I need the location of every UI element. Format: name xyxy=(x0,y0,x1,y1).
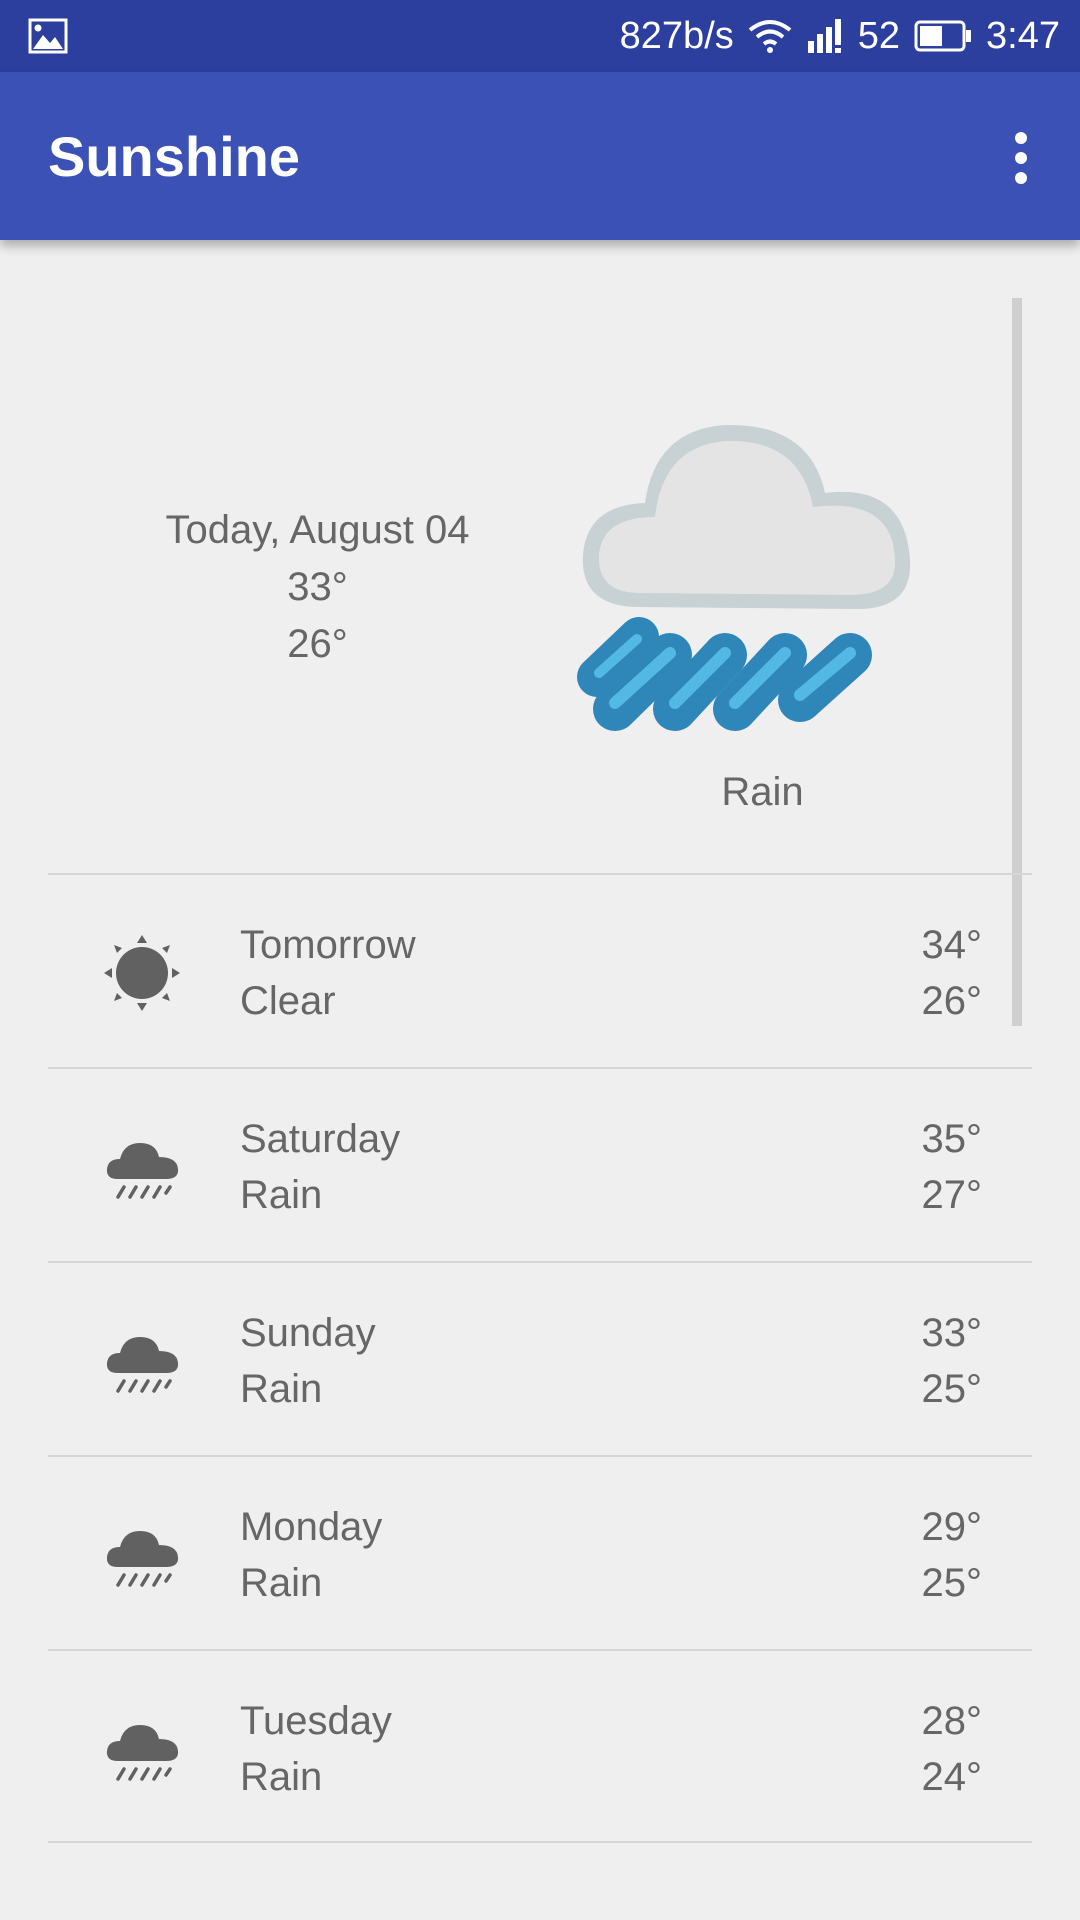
status-bar: 827b/s 52 3:47 xyxy=(0,0,1080,72)
today-condition: Rain xyxy=(721,770,804,814)
rain-art-icon xyxy=(577,424,911,731)
overflow-menu-icon[interactable] xyxy=(1006,128,1036,188)
rain-icon xyxy=(106,1337,179,1393)
forecast-high: 35° xyxy=(921,1117,983,1161)
forecast-low: 25° xyxy=(921,1367,983,1411)
forecast-low: 26° xyxy=(921,979,983,1023)
list-item[interactable]: Saturday Rain 35° 27° xyxy=(48,1067,1032,1261)
forecast-condition: Rain xyxy=(240,1561,323,1605)
rain-icon xyxy=(106,1531,179,1587)
forecast-condition: Rain xyxy=(240,1755,323,1799)
forecast-day: Sunday xyxy=(240,1311,376,1355)
forecast-condition: Rain xyxy=(240,1367,323,1411)
forecast-condition: Clear xyxy=(240,979,336,1023)
list-item[interactable]: Sunday Rain 33° 25° xyxy=(48,1261,1032,1455)
app-title: Sunshine xyxy=(48,125,301,188)
list-item[interactable]: Tomorrow Clear 34° 26° xyxy=(48,873,1032,1067)
forecast-high: 33° xyxy=(921,1311,983,1355)
today-forecast[interactable]: Today, August 04 33° 26° Rain xyxy=(0,240,1080,874)
signal-strength: 52 xyxy=(857,14,901,57)
app-bar: Sunshine xyxy=(0,72,1080,240)
battery-icon xyxy=(914,20,972,52)
list-item[interactable]: Tuesday Rain 28° 24° xyxy=(48,1649,1032,1843)
forecast-day: Tomorrow xyxy=(240,923,416,967)
forecast-list: Tomorrow Clear 34° 26° Saturday Rain 35°… xyxy=(0,873,1080,1843)
forecast-low: 27° xyxy=(921,1173,983,1217)
rain-icon xyxy=(106,1725,179,1781)
clock: 3:47 xyxy=(986,14,1060,57)
today-high: 33° xyxy=(287,565,348,609)
list-item[interactable]: Monday Rain 29° 25° xyxy=(48,1455,1032,1649)
forecast-high: 28° xyxy=(921,1699,983,1743)
rain-icon xyxy=(106,1143,179,1199)
forecast-high: 34° xyxy=(921,923,983,967)
sun-icon xyxy=(104,935,180,1011)
forecast-high: 29° xyxy=(921,1505,983,1549)
image-icon xyxy=(28,18,68,54)
wifi-icon xyxy=(748,20,791,53)
forecast-low: 24° xyxy=(921,1755,983,1799)
signal-icon xyxy=(807,19,841,53)
forecast-condition: Rain xyxy=(240,1173,323,1217)
forecast-day: Monday xyxy=(240,1505,383,1549)
today-low: 26° xyxy=(287,622,348,666)
network-speed: 827b/s xyxy=(619,14,734,57)
today-date: Today, August 04 xyxy=(165,508,470,552)
forecast-day: Tuesday xyxy=(240,1699,392,1743)
forecast-day: Saturday xyxy=(240,1117,401,1161)
forecast-low: 25° xyxy=(921,1561,983,1605)
